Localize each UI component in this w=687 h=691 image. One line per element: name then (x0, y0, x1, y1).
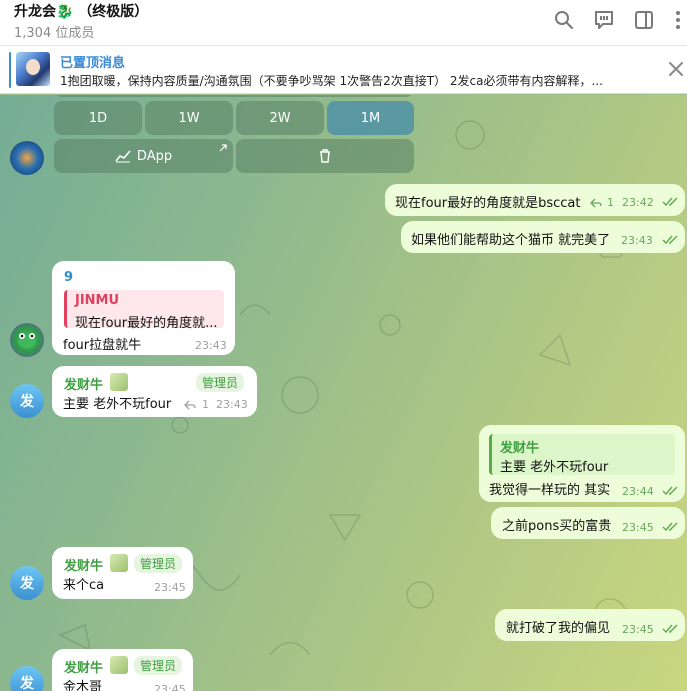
trash-icon (320, 149, 330, 163)
user-emoji-badge (110, 554, 128, 572)
message-time: 23:44 (622, 485, 654, 498)
user-avatar[interactable]: 发 (10, 384, 44, 418)
read-ticks-icon (662, 235, 678, 245)
message-text: 我觉得一样玩的 其实 (489, 483, 611, 498)
search-icon[interactable] (552, 8, 576, 32)
message-bubble-out[interactable]: 如果他们能帮助这个猫币 就完美了 23:43 (401, 221, 685, 253)
more-icon[interactable] (666, 8, 686, 32)
sender-name[interactable]: 发财牛 (64, 555, 103, 574)
read-ticks-icon (662, 624, 678, 634)
user-avatar[interactable] (10, 323, 44, 357)
message-text: 就打破了我的偏见 (506, 621, 611, 636)
message-time: 23:43 (216, 398, 248, 411)
pinned-text: 1抱团取暖，保持内容质量/沟通氛围（不要争吵骂架 1次警告2次直接T） 2发ca… (60, 74, 603, 88)
message-bubble-in[interactable]: 发财牛 管理员 来个ca 23:45 (52, 547, 193, 599)
message-bubble-out[interactable]: 就打破了我的偏见 23:45 (495, 609, 685, 641)
message-time: 23:45 (622, 623, 654, 636)
sender-name[interactable]: 发财牛 (64, 374, 103, 393)
sender-name[interactable]: 9 (64, 270, 73, 285)
message-time: 23:45 (154, 683, 186, 691)
read-ticks-icon (662, 197, 678, 207)
dapp-label: DApp (136, 148, 173, 164)
message-text: 如果他们能帮助这个猫币 就完美了 (411, 233, 611, 248)
message-time: 23:45 (154, 581, 186, 594)
message-text: 主要 老外不玩four (63, 397, 172, 412)
message-text: four拉盘就牛 (63, 338, 142, 353)
keyboard-button-1d[interactable]: 1D (54, 101, 142, 135)
message-text: 之前pons买的富贵 (502, 519, 612, 534)
reply-count[interactable]: 1 (607, 196, 614, 209)
user-avatar[interactable]: 发 (10, 566, 44, 600)
message-text: 来个ca (63, 578, 105, 593)
message-bubble-in[interactable]: 发财牛 管理员 金木哥 23:45 (52, 649, 193, 691)
reply-count[interactable]: 1 (202, 398, 209, 411)
keyboard-button-delete[interactable] (236, 139, 414, 173)
sidebar-icon[interactable] (632, 8, 656, 32)
pinned-message-bar[interactable]: 已置顶消息 1抱团取暖，保持内容质量/沟通氛围（不要争吵骂架 1次警告2次直接T… (0, 46, 687, 94)
user-emoji-badge (110, 656, 128, 674)
pinned-thumbnail (16, 52, 50, 86)
message-bubble-out[interactable]: 发财牛 主要 老外不玩four 我觉得一样玩的 其实 23:44 (479, 425, 685, 502)
reply-icon (184, 400, 196, 410)
reply-text: 现在four最好的角度就... (75, 316, 218, 331)
pinned-indicator (9, 52, 11, 88)
sender-name[interactable]: 发财牛 (64, 657, 103, 676)
message-bubble-in[interactable]: 9 JINMU 现在four最好的角度就... four拉盘就牛 23:43 (52, 261, 235, 355)
read-ticks-icon (662, 522, 678, 532)
chart-icon (115, 150, 131, 163)
reply-icon (590, 198, 602, 208)
message-bubble-out[interactable]: 现在four最好的角度就是bsccat 1 23:42 (385, 184, 685, 216)
message-time: 23:43 (621, 234, 653, 247)
close-icon[interactable] (666, 59, 686, 79)
reply-quote[interactable]: JINMU 现在four最好的角度就... (64, 290, 224, 331)
message-time: 23:45 (622, 521, 654, 534)
message-text: 金木哥 (63, 680, 103, 691)
pinned-title: 已置顶消息 (60, 56, 126, 71)
keyboard-button-1m[interactable]: 1M (327, 101, 414, 135)
message-time: 23:42 (622, 196, 654, 209)
admin-badge: 管理员 (134, 656, 183, 675)
frog-avatar-icon (18, 333, 36, 348)
chat-title[interactable]: 升龙会🐉 （终极版） (14, 1, 148, 21)
message-bubble-in[interactable]: 发财牛 管理员 主要 老外不玩four 1 23:43 (52, 366, 257, 417)
chat-area[interactable]: 1D 1W 2W 1M DApp 现在four最好的角度就是bsccat 1 2… (0, 95, 687, 691)
reply-sender: 发财牛 (500, 441, 540, 456)
chat-header[interactable]: 升龙会🐉 （终极版） 1,304 位成员 (0, 0, 687, 46)
user-emoji-badge (110, 373, 128, 391)
keyboard-row-partial (54, 95, 414, 97)
keyboard-button-2w[interactable]: 2W (236, 101, 324, 135)
admin-badge: 管理员 (196, 373, 245, 392)
keyboard-button-dapp[interactable]: DApp (54, 139, 233, 173)
reply-quote[interactable]: 发财牛 主要 老外不玩four (489, 434, 675, 475)
bot-avatar[interactable] (10, 141, 44, 175)
discussion-icon[interactable] (592, 8, 616, 32)
keyboard-button-1w[interactable]: 1W (145, 101, 233, 135)
read-ticks-icon (662, 486, 678, 496)
message-bubble-out[interactable]: 之前pons买的富贵 23:45 (491, 507, 685, 539)
reply-sender: JINMU (75, 293, 120, 308)
message-text: 现在four最好的角度就是bsccat (395, 196, 581, 211)
external-link-icon (219, 144, 227, 152)
reply-text: 主要 老外不玩four (500, 460, 609, 475)
admin-badge: 管理员 (134, 554, 183, 573)
message-time: 23:43 (195, 339, 227, 352)
member-count: 1,304 位成员 (14, 26, 95, 41)
